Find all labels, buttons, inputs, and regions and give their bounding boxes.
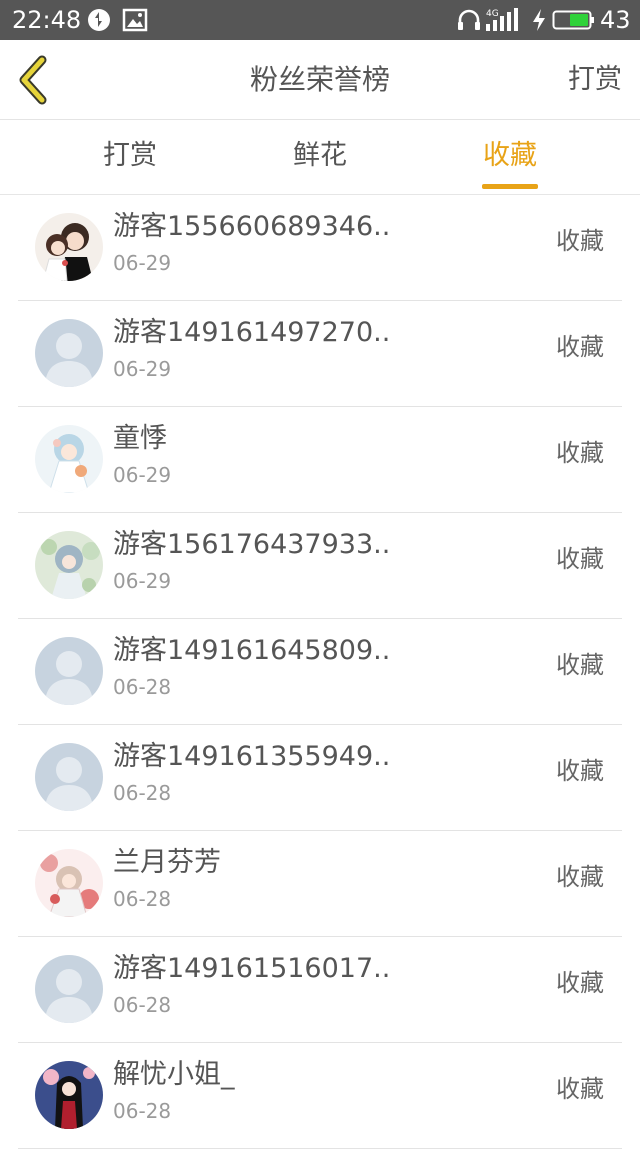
default-user-icon [35,743,103,811]
default-user-icon [35,637,103,705]
list-item[interactable]: 童悸 06-29 收藏 [0,407,640,513]
list-item[interactable]: 游客149161355949.. 06-28 收藏 [0,725,640,831]
action-label: 收藏 [556,863,604,891]
page-title: 粉丝荣誉榜 [249,63,390,96]
default-user-icon [35,319,103,387]
image-icon [122,8,148,32]
status-bar: 22:48 4G 43 [0,0,640,40]
list-item[interactable]: 游客149161497270.. 06-29 收藏 [0,301,640,407]
action-label: 收藏 [556,757,604,785]
network-type: 4G [486,9,499,19]
signal-icon: 4G [486,8,518,31]
reward-button[interactable]: 打赏 [568,62,622,98]
user-name: 游客156176437933.. [113,529,391,560]
red-blossom-illustration-avatar [35,849,103,917]
dark-haired-girl-illustration-avatar [35,1061,103,1129]
user-name: 游客149161497270.. [113,317,391,348]
user-name: 游客149161516017.. [113,953,391,984]
headphone-icon [458,9,480,30]
action-label: 收藏 [556,969,604,997]
fan-list: 游客155660689346.. 06-29 收藏 游客149161497270… [0,195,640,1149]
user-name: 游客149161645809.. [113,635,391,666]
action-label: 收藏 [556,1075,604,1103]
avatar [35,319,103,387]
active-tab-indicator [482,184,538,189]
default-user-icon [35,955,103,1023]
tab-favorites[interactable]: 收藏 [450,138,570,174]
avatar [35,213,103,281]
list-item[interactable]: 游客155660689346.. 06-29 收藏 [0,195,640,301]
charging-icon [533,9,545,31]
action-label: 收藏 [556,439,604,467]
favorite-date: 06-28 [113,781,172,805]
favorite-date: 06-28 [113,993,172,1017]
sync-icon [88,9,110,31]
avatar [35,955,103,1023]
list-item[interactable]: 游客149161516017.. 06-28 收藏 [0,937,640,1043]
list-item[interactable]: 游客149161645809.. 06-28 收藏 [0,619,640,725]
status-time: 22:48 [12,6,82,34]
favorite-date: 06-28 [113,887,172,911]
avatar [35,849,103,917]
tab-flowers[interactable]: 鲜花 [260,138,380,174]
floral-girl-illustration-avatar [35,531,103,599]
user-name: 童悸 [113,423,167,454]
action-label: 收藏 [556,333,604,361]
header: 粉丝荣誉榜 打赏 [0,40,640,120]
favorite-date: 06-28 [113,1099,172,1123]
battery-level: 43 [600,6,631,34]
user-name: 解忧小姐_ [113,1059,235,1090]
tab-bar: 打赏 鲜花 收藏 [0,120,640,195]
avatar [35,1061,103,1129]
list-item[interactable]: 游客156176437933.. 06-29 收藏 [0,513,640,619]
favorite-date: 06-29 [113,357,172,381]
list-item[interactable]: 兰月芬芳 06-28 收藏 [0,831,640,937]
action-label: 收藏 [556,651,604,679]
favorite-date: 06-28 [113,675,172,699]
couple-illustration-avatar [35,213,103,281]
bride-illustration-avatar [35,425,103,493]
battery-icon [552,10,594,30]
user-name: 游客149161355949.. [113,741,391,772]
favorite-date: 06-29 [113,463,172,487]
avatar [35,425,103,493]
avatar [35,743,103,811]
user-name: 兰月芬芳 [113,847,221,878]
list-item[interactable]: 解忧小姐_ 06-28 收藏 [0,1043,640,1149]
favorite-date: 06-29 [113,251,172,275]
action-label: 收藏 [556,545,604,573]
action-label: 收藏 [556,227,604,255]
favorite-date: 06-29 [113,569,172,593]
avatar [35,637,103,705]
tab-reward[interactable]: 打赏 [70,138,190,174]
user-name: 游客155660689346.. [113,211,391,242]
avatar [35,531,103,599]
